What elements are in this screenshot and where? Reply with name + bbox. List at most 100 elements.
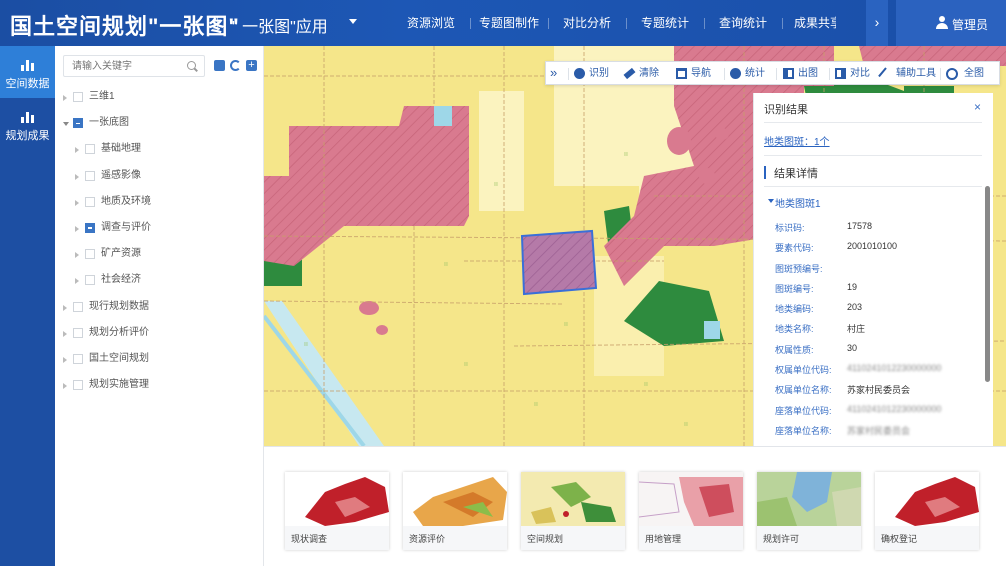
layer-checkbox[interactable] [85,275,95,286]
layer-checkbox[interactable] [73,327,83,338]
split-view-icon [835,68,846,79]
attribute-key: 权属单位代码: [775,365,832,376]
layer-checkbox[interactable] [85,196,95,207]
tree-row[interactable]: 现行规划数据 [55,294,264,320]
feature-group-toggle[interactable]: 地类图斑1 [775,195,821,210]
result-scrollbar[interactable] [985,186,990,382]
thumb-card-planning-permit[interactable]: 规划许可 [757,472,861,550]
nav-item-comparison[interactable]: 对比分析 [548,0,626,46]
attribute-row: 图斑预编号: [775,262,985,282]
thumb-card-registration[interactable]: 确权登记 [875,472,979,550]
tool-label: 统计 [745,68,765,79]
tool-label: 清除 [639,68,659,79]
user-menu[interactable]: 管理员 [896,0,1006,46]
thumb-card-spatial-plan[interactable]: 空间规划 [521,472,625,550]
bar-chart-icon [20,58,35,71]
chevron-down-icon[interactable] [349,19,357,24]
toolbar-divider [940,68,941,80]
result-count-link[interactable]: 地类图斑：1个 [764,133,830,148]
nav-item-query[interactable]: 查询统计 [704,0,782,46]
attribute-key: 图斑编号: [775,283,814,294]
caret-right-icon[interactable] [75,225,79,232]
thumb-card-evaluation[interactable]: 资源评价 [403,472,507,550]
toolbar-divider [724,68,725,80]
thumbnail-image [403,472,507,526]
add-icon[interactable]: + [246,60,257,71]
refresh-icon[interactable] [230,60,241,71]
thumbnail-caption: 用地管理 [645,534,682,544]
caret-down-icon[interactable] [63,122,69,127]
tree-row[interactable]: 调查与评价 [55,215,264,241]
svg-text:ıı: ıı [494,180,498,188]
caret-right-icon[interactable] [75,173,79,180]
nav-item-sharing[interactable]: 成果共享 [782,0,836,46]
thumbnail-caption: 资源评价 [409,534,446,544]
tree-row[interactable]: 地质及环境 [55,189,264,215]
layer-checkbox[interactable] [73,380,83,391]
attribute-row: 权属单位名称: 苏家村民委员会 [775,383,985,403]
app-switcher[interactable]: " 一张图"应用 [232,13,328,37]
caret-right-icon[interactable] [63,383,67,390]
layer-checkbox[interactable] [73,353,83,364]
thumbnail-strip: 现状调查 资源评价 空间规划 用地管理 规划许可 确权登记 [264,446,1006,566]
sidebar-item-planning-results[interactable]: 规划成果 [0,98,55,150]
thumbnail-image [875,472,979,526]
layer-checkbox[interactable] [73,301,83,312]
svg-text:ıı: ıı [534,400,538,408]
tree-row[interactable]: 规划实施管理 [55,372,264,398]
nav-item-resource-browse[interactable]: 资源浏览 [392,0,470,46]
tree-row[interactable]: 国土空间规划 [55,346,264,372]
nav-item-thematic-map[interactable]: 专题图制作 [470,0,548,46]
tree-row[interactable]: 规划分析评价 [55,320,264,346]
caret-down-icon[interactable] [768,199,774,203]
tree-row[interactable]: 基础地理 [55,136,264,162]
layer-checkbox[interactable] [73,92,83,102]
left-sidebar: 空间数据 规划成果 [0,46,55,566]
top-nav: 资源浏览 专题图制作 对比分析 专题统计 查询统计 成果共享 [392,0,836,46]
tree-row-label: 地质及环境 [101,195,151,207]
search-icon[interactable] [187,61,196,70]
tree-row-label: 规划实施管理 [89,379,149,391]
collapse-toolbar-icon[interactable]: » [550,62,557,86]
tree-row[interactable]: 遥感影像 [55,163,264,189]
toolbar-divider [829,68,830,80]
tree-row[interactable]: 社会经济 [55,267,264,293]
thumb-card-land-management[interactable]: 用地管理 [639,472,743,550]
layer-select-icon[interactable] [214,60,225,71]
attribute-key: 座落单位名称: [775,425,832,436]
attribute-row: 权属单位代码: 4110241012230000000 [775,363,985,383]
layer-checkbox[interactable] [85,222,95,233]
caret-right-icon[interactable] [75,199,79,206]
attribute-value: 2001010100 [847,241,898,252]
caret-right-icon[interactable] [75,278,79,285]
section-title: 结果详情 [774,168,818,180]
layer-tree: 三维1 一张底图 基础地理 遥感影像 地质及环境 调查与评价 矿产资源 社会经济 现行规划数据规… [55,84,264,398]
thumbnail-caption: 规划许可 [763,534,800,544]
layer-checkbox[interactable] [85,144,95,155]
sidebar-item-spatial-data[interactable]: 空间数据 [0,46,55,98]
tree-row-label: 遥感影像 [101,169,141,181]
caret-right-icon[interactable] [75,147,79,154]
layer-checkbox[interactable] [85,170,95,181]
layer-checkbox[interactable] [85,249,95,260]
layer-search: + [63,55,257,77]
caret-right-icon[interactable] [63,304,67,311]
thumb-card-survey[interactable]: 现状调查 [285,472,389,550]
tree-row-label: 调查与评价 [101,221,151,233]
nav-item-statistics[interactable]: 专题统计 [626,0,704,46]
tool-label: 识别 [589,68,609,79]
tree-row[interactable]: 一张底图 [55,110,264,136]
caret-right-icon[interactable] [75,252,79,259]
caret-right-icon[interactable] [63,330,67,337]
thumbnail-caption: 空间规划 [527,534,564,544]
search-input[interactable] [63,55,205,77]
tree-row[interactable]: 三维1 [55,84,264,110]
nav-scroll-right-icon[interactable]: › [866,0,888,46]
layer-checkbox[interactable] [73,118,83,129]
attribute-key: 权属性质: [775,344,814,355]
tree-row[interactable]: 矿产资源 [55,241,264,267]
caret-right-icon[interactable] [63,95,67,101]
caret-right-icon[interactable] [63,356,67,363]
close-icon[interactable]: × [974,100,981,114]
thumbnail-image [521,472,625,526]
